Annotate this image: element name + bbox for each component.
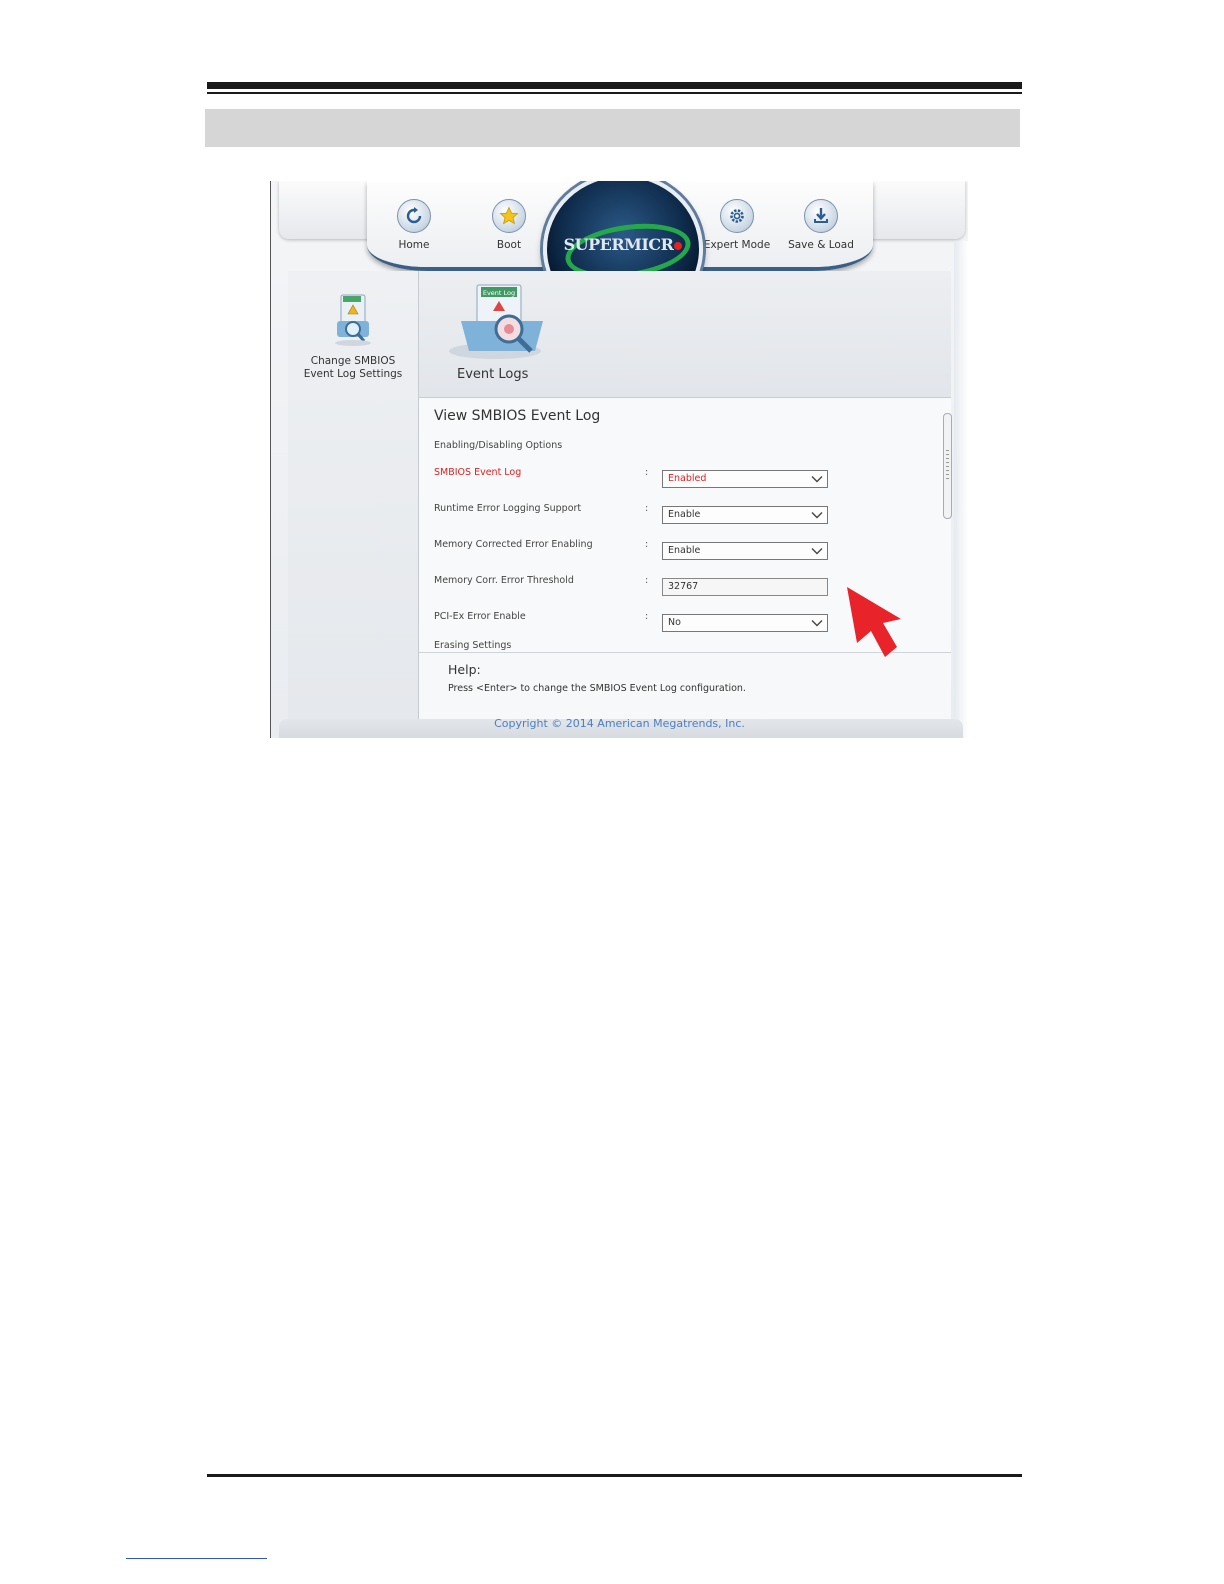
scroll-grip[interactable]: [946, 450, 949, 480]
header-gray-bar: [205, 109, 1020, 147]
top-rule-thin: [207, 92, 1022, 94]
download-icon: [804, 199, 838, 233]
separator-colon: :: [645, 611, 649, 622]
memory-corrected-error-select[interactable]: Enable: [662, 542, 828, 560]
right-edge-fade: [954, 241, 968, 738]
chevron-down-icon: [811, 512, 823, 519]
sidebar-item-label: Change SMBIOS Event Log Settings: [303, 355, 403, 380]
erasing-settings-label: Erasing Settings: [434, 640, 512, 651]
sidebar-item-smbios-settings[interactable]: Change SMBIOS Event Log Settings: [288, 293, 418, 381]
smbios-event-log-select[interactable]: Enabled: [662, 470, 828, 488]
copyright-text: Copyright © 2014 American Megatrends, In…: [494, 717, 745, 730]
smbios-event-log-label: SMBIOS Event Log: [434, 467, 522, 478]
star-icon: [492, 199, 526, 233]
nav-expert-label: Expert Mode: [703, 239, 771, 251]
help-title: Help:: [448, 662, 481, 677]
event-log-settings-icon: [335, 294, 371, 346]
nav-save-load[interactable]: Save & Load: [781, 199, 861, 251]
separator-colon: :: [645, 575, 649, 586]
separator-colon: :: [645, 467, 649, 478]
nav-save-label: Save & Load: [788, 239, 854, 251]
nav-boot-label: Boot: [496, 239, 522, 251]
pciex-error-enable-value: No: [668, 617, 681, 628]
page-title: Event Logs: [457, 367, 529, 382]
nav-home-label: Home: [398, 239, 430, 251]
bottom-rule: [207, 1474, 1022, 1477]
chevron-down-icon: [811, 620, 823, 627]
left-sidebar: Change SMBIOS Event Log Settings: [288, 271, 419, 719]
memory-corrected-error-value: Enable: [668, 545, 701, 556]
pciex-error-enable-label: PCI-Ex Error Enable: [434, 611, 526, 622]
page-header: Event Log Event Logs: [419, 271, 951, 398]
scrollbar[interactable]: [943, 413, 952, 519]
separator-colon: :: [645, 503, 649, 514]
runtime-error-logging-value: Enable: [668, 509, 701, 520]
runtime-error-logging-label: Runtime Error Logging Support: [434, 503, 582, 514]
memory-error-threshold-label: Memory Corr. Error Threshold: [434, 575, 574, 586]
chevron-down-icon: [811, 548, 823, 555]
memory-error-threshold-input[interactable]: 32767: [662, 578, 828, 596]
nav-home[interactable]: Home: [379, 199, 449, 251]
chevron-down-icon: [811, 476, 823, 483]
help-text: Press <Enter> to change the SMBIOS Event…: [448, 683, 746, 694]
gear-icon: [720, 199, 754, 233]
pointer-arrow-icon: [847, 587, 901, 657]
event-log-tag: Event Log: [483, 289, 515, 297]
memory-corrected-error-label: Memory Corrected Error Enabling: [434, 539, 593, 550]
event-log-icon: Event Log: [449, 284, 543, 359]
top-rule-thick: [207, 82, 1022, 89]
nav-boot[interactable]: Boot: [474, 199, 544, 251]
logo-text: SUPERMICR: [547, 235, 699, 254]
bios-screenshot: Home Boot Expert Mode Save & Load SUPERM…: [270, 181, 968, 738]
section-title: View SMBIOS Event Log: [434, 408, 601, 424]
smbios-event-log-value: Enabled: [668, 473, 707, 484]
runtime-error-logging-select[interactable]: Enable: [662, 506, 828, 524]
help-panel: Help: Press <Enter> to change the SMBIOS…: [419, 652, 951, 720]
pciex-error-enable-select[interactable]: No: [662, 614, 828, 632]
nav-expert-mode[interactable]: Expert Mode: [697, 199, 777, 251]
subsection-title: Enabling/Disabling Options: [434, 440, 563, 451]
separator-colon: :: [645, 539, 649, 550]
footer-link-underline: [126, 1558, 267, 1559]
refresh-icon: [397, 199, 431, 233]
